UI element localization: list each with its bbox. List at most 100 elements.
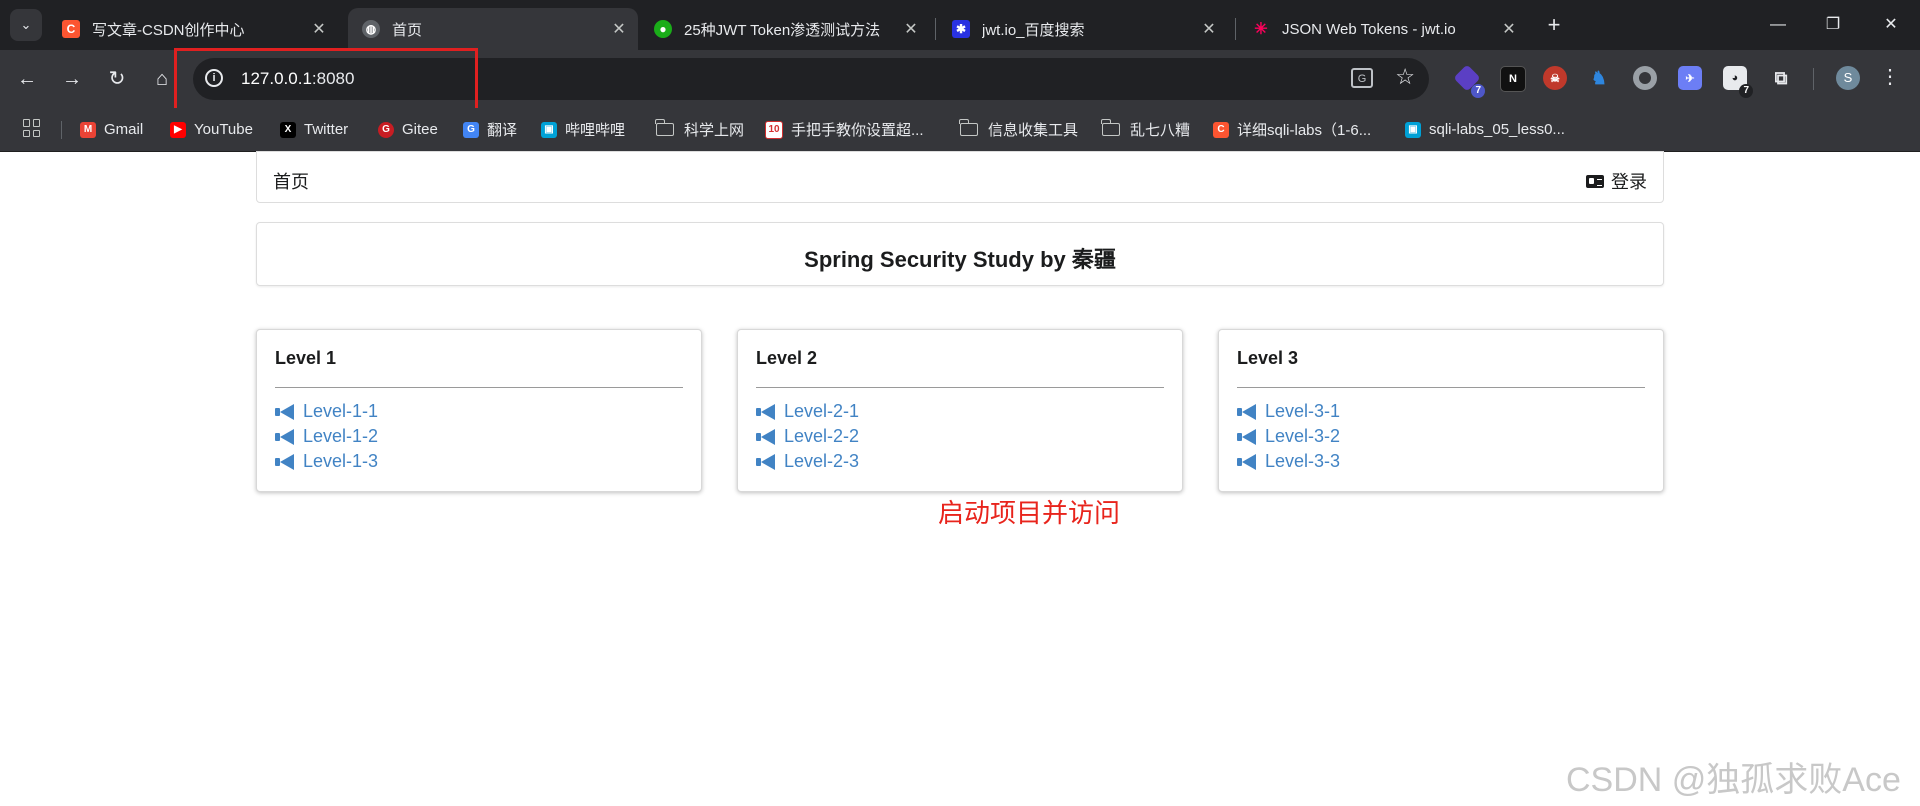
bookmark-sqli-bilibili[interactable]: ▣ sqli-labs_05_less0...	[1405, 108, 1565, 151]
nav-login-link[interactable]: 登录	[1586, 168, 1647, 194]
bullhorn-icon	[756, 453, 777, 470]
level-title: Level 2	[756, 348, 818, 368]
level-link-label: Level-1-3	[303, 451, 379, 471]
menu-kebab-icon[interactable]: ⋮	[1880, 64, 1900, 89]
bookmark-translate[interactable]: G 翻译	[463, 108, 517, 151]
tab-title: 25种JWT Token渗透测试方法	[684, 21, 881, 39]
n-extension-icon[interactable]: N	[1500, 66, 1526, 92]
gitee-icon: G	[378, 121, 394, 138]
bookmark-bilibili[interactable]: ▣ 哔哩哔哩	[541, 108, 625, 151]
site-top-menu: 首页 登录	[256, 151, 1664, 203]
jwt-icon: ✳	[1254, 21, 1268, 38]
level-link[interactable]: Level-1-3	[275, 449, 378, 474]
back-icon[interactable]: ←	[10, 62, 44, 96]
level-title: Level 1	[275, 348, 337, 368]
bookmark-folder-misc[interactable]: 乱七八糟	[1101, 108, 1190, 151]
folder-icon	[1101, 119, 1120, 136]
tab-search-chevron-icon[interactable]: ⌄	[10, 9, 42, 41]
bullhorn-icon	[1237, 453, 1258, 470]
bookmark-star-icon[interactable]: ☆	[1395, 64, 1415, 90]
close-tab-icon[interactable]: ✕	[898, 19, 924, 39]
level-link-label: Level-1-2	[303, 426, 379, 446]
tab-title: jwt.io_百度搜索	[982, 21, 1085, 39]
level-link[interactable]: Level-2-1	[756, 399, 859, 424]
bullhorn-icon	[1237, 428, 1258, 445]
new-tab-icon[interactable]: +	[1538, 12, 1570, 40]
bookmark-twitter[interactable]: X Twitter	[280, 108, 348, 151]
profile-avatar[interactable]: S	[1836, 66, 1860, 90]
bookmark-label: Twitter	[304, 121, 349, 138]
close-tab-icon[interactable]: ✕	[1196, 19, 1222, 39]
level-link-label: Level-2-2	[784, 426, 860, 446]
tab-separator	[935, 18, 936, 40]
page-title: Spring Security Study by 秦疆	[804, 247, 1116, 272]
close-window-icon[interactable]: ✕	[1868, 10, 1914, 40]
level-link-label: Level-2-3	[784, 451, 860, 471]
extension-badge: 7	[1471, 84, 1485, 98]
level-link[interactable]: Level-2-2	[756, 424, 859, 449]
bookmark-sqli-csdn[interactable]: C 详细sqli-labs（1-6...	[1213, 108, 1371, 151]
globe-icon: ◍	[362, 20, 380, 38]
watermark-text: CSDN @独孤求败Ace	[1566, 761, 1901, 799]
bullhorn-icon	[275, 428, 296, 445]
bookmark-tutorial[interactable]: 10 手把手教你设置超...	[765, 108, 924, 151]
cookie-extension-icon[interactable]: ◕ 7	[1723, 66, 1753, 98]
level-link[interactable]: Level-3-2	[1237, 424, 1340, 449]
bookmark-label: sqli-labs_05_less0...	[1429, 121, 1565, 138]
level-link-label: Level-3-1	[1265, 401, 1341, 421]
bullhorn-icon	[275, 453, 296, 470]
level-card-1: Level 1 Level-1-1 Level-1-2 Level-1-3	[256, 329, 702, 492]
id-card-icon	[1586, 174, 1604, 188]
bookmark-label: Gitee	[402, 121, 438, 138]
minimize-icon[interactable]: —	[1755, 10, 1801, 40]
translate-icon[interactable]: G	[1351, 68, 1373, 88]
nav-home-link[interactable]: 首页	[273, 168, 309, 194]
translate-icon: G	[463, 121, 479, 138]
level-card-3: Level 3 Level-3-1 Level-3-2 Level-3-3	[1218, 329, 1664, 492]
pirate-extension-icon[interactable]: ☠	[1543, 66, 1567, 90]
login-label: 登录	[1611, 172, 1647, 192]
bookmark-label: 翻译	[487, 122, 518, 139]
level-link[interactable]: Level-3-3	[1237, 449, 1340, 474]
extensions-puzzle-icon[interactable]: ⧉	[1769, 66, 1793, 90]
apps-grid-icon[interactable]	[23, 119, 41, 137]
reload-icon[interactable]: ↻	[100, 62, 134, 96]
tab-jwt-pentest[interactable]: ● 25种JWT Token渗透测试方法 ✕	[640, 8, 930, 50]
tab-home[interactable]: ◍ 首页 ✕	[348, 8, 638, 50]
bookmark-youtube[interactable]: ▶ YouTube	[170, 108, 253, 151]
circle-extension-icon[interactable]	[1633, 66, 1657, 90]
tab-csdn[interactable]: C 写文章-CSDN创作中心 ✕	[48, 8, 338, 50]
bullhorn-icon	[756, 428, 777, 445]
level-card-2: Level 2 Level-2-1 Level-2-2 Level-2-3	[737, 329, 1183, 492]
level-link-label: Level-2-1	[784, 401, 860, 421]
level-link[interactable]: Level-1-1	[275, 399, 378, 424]
folder-icon	[959, 119, 978, 136]
restore-icon[interactable]: ❐	[1810, 10, 1856, 40]
bookmark-folder-info[interactable]: 信息收集工具	[959, 108, 1078, 151]
bookmark-folder-science[interactable]: 科学上网	[655, 108, 744, 151]
bookmark-separator	[61, 121, 62, 139]
forward-icon[interactable]: →	[55, 62, 89, 96]
tab-baidu[interactable]: ✱ jwt.io_百度搜索 ✕	[938, 8, 1228, 50]
level-link[interactable]: Level-2-3	[756, 449, 859, 474]
wappalyzer-extension-icon[interactable]: ♞	[1587, 66, 1611, 90]
tab-title: 首页	[392, 21, 423, 39]
tab-jwtio[interactable]: ✳ JSON Web Tokens - jwt.io ✕	[1238, 8, 1528, 50]
level-link-label: Level-3-3	[1265, 451, 1341, 471]
purple-extension-badge-holder: 7	[1455, 66, 1485, 98]
10-icon: 10	[765, 120, 783, 139]
close-tab-icon[interactable]: ✕	[306, 19, 332, 39]
bookmark-label: YouTube	[194, 121, 253, 138]
tab-title: JSON Web Tokens - jwt.io	[1282, 20, 1456, 38]
close-tab-icon[interactable]: ✕	[606, 19, 632, 39]
csdn-icon: C	[62, 20, 80, 38]
level-link[interactable]: Level-3-1	[1237, 399, 1340, 424]
level-divider	[1237, 387, 1645, 388]
bookmark-gitee[interactable]: G Gitee	[378, 108, 438, 151]
level-link[interactable]: Level-1-2	[275, 424, 378, 449]
bookmark-gmail[interactable]: M Gmail	[80, 108, 143, 151]
bookmark-label: Gmail	[104, 121, 144, 138]
bullhorn-icon	[1237, 403, 1258, 420]
close-tab-icon[interactable]: ✕	[1496, 19, 1522, 39]
bird-extension-icon[interactable]: ✈	[1678, 66, 1702, 90]
